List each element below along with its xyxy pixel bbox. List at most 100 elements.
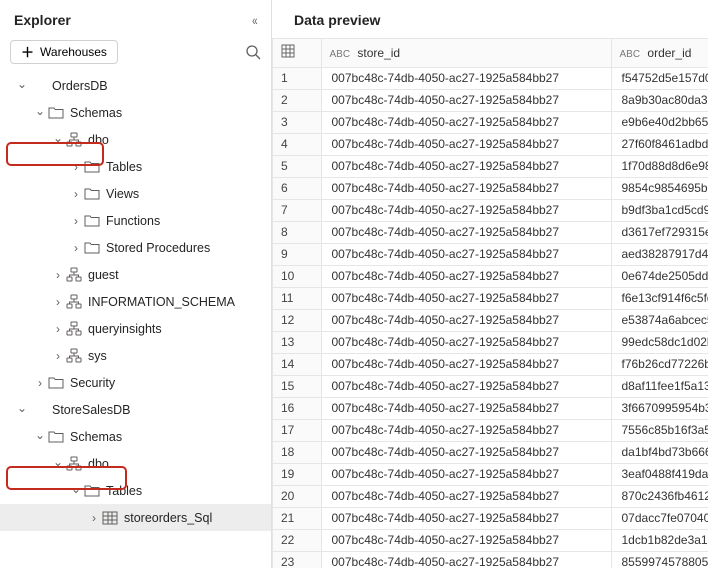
row-number-cell[interactable]: 13 [273,331,321,353]
chevron-right-icon[interactable] [34,376,46,390]
collapse-panel-icon[interactable]: « [252,12,257,28]
chevron-right-icon[interactable] [70,214,82,228]
table-row[interactable]: 21007bc48c-74db-4050-ac27-1925a584bb2707… [273,507,708,529]
cell-order-id[interactable]: e9b6e40d2bb6586f [611,111,708,133]
row-number-cell[interactable]: 6 [273,177,321,199]
cell-store-id[interactable]: 007bc48c-74db-4050-ac27-1925a584bb27 [321,507,611,529]
chevron-down-icon[interactable] [52,133,64,147]
table-row[interactable]: 2007bc48c-74db-4050-ac27-1925a584bb278a9… [273,89,708,111]
row-number-cell[interactable]: 21 [273,507,321,529]
cell-store-id[interactable]: 007bc48c-74db-4050-ac27-1925a584bb27 [321,485,611,507]
tree-node-ordersdb-dbo-sprocs[interactable]: Stored Procedures [0,234,271,261]
table-row[interactable]: 1007bc48c-74db-4050-ac27-1925a584bb27f54… [273,67,708,89]
search-icon[interactable] [245,44,261,60]
tree-node-ordersdb-guest[interactable]: guest [0,261,271,288]
cell-order-id[interactable]: f76b26cd77226ba5 [611,353,708,375]
cell-store-id[interactable]: 007bc48c-74db-4050-ac27-1925a584bb27 [321,133,611,155]
table-row[interactable]: 15007bc48c-74db-4050-ac27-1925a584bb27d8… [273,375,708,397]
cell-store-id[interactable]: 007bc48c-74db-4050-ac27-1925a584bb27 [321,221,611,243]
cell-order-id[interactable]: 3eaf0488f419dab6 [611,463,708,485]
table-row[interactable]: 11007bc48c-74db-4050-ac27-1925a584bb27f6… [273,287,708,309]
row-number-cell[interactable]: 7 [273,199,321,221]
tree-node-ordersdb-sys[interactable]: sys [0,342,271,369]
tree-node-storesalesdb-storeorders[interactable]: storeorders_Sql [0,504,271,531]
cell-store-id[interactable]: 007bc48c-74db-4050-ac27-1925a584bb27 [321,177,611,199]
row-number-cell[interactable]: 3 [273,111,321,133]
cell-order-id[interactable]: aed38287917d46c0 [611,243,708,265]
tree-node-ordersdb-queryinsights[interactable]: queryinsights [0,315,271,342]
table-row[interactable]: 23007bc48c-74db-4050-ac27-1925a584bb2785… [273,551,708,568]
table-row[interactable]: 7007bc48c-74db-4050-ac27-1925a584bb27b9d… [273,199,708,221]
table-row[interactable]: 20007bc48c-74db-4050-ac27-1925a584bb2787… [273,485,708,507]
tree-node-ordersdb-dbo-tables[interactable]: Tables [0,153,271,180]
table-row[interactable]: 18007bc48c-74db-4050-ac27-1925a584bb27da… [273,441,708,463]
table-row[interactable]: 16007bc48c-74db-4050-ac27-1925a584bb273f… [273,397,708,419]
chevron-right-icon[interactable] [70,160,82,174]
row-number-cell[interactable]: 10 [273,265,321,287]
tree-node-ordersdb-security[interactable]: Security [0,369,271,396]
chevron-down-icon[interactable] [16,79,28,93]
tree-node-ordersdb-infoschema[interactable]: INFORMATION_SCHEMA [0,288,271,315]
chevron-right-icon[interactable] [88,511,100,525]
column-header-store-id[interactable]: ABC store_id [321,39,611,67]
row-number-cell[interactable]: 9 [273,243,321,265]
row-number-cell[interactable]: 22 [273,529,321,551]
column-header-order-id[interactable]: ABC order_id [611,39,708,67]
table-row[interactable]: 4007bc48c-74db-4050-ac27-1925a584bb2727f… [273,133,708,155]
row-number-cell[interactable]: 11 [273,287,321,309]
table-row[interactable]: 22007bc48c-74db-4050-ac27-1925a584bb271d… [273,529,708,551]
cell-order-id[interactable]: 99edc58dc1d02b1f [611,331,708,353]
row-number-cell[interactable]: 15 [273,375,321,397]
tree-node-ordersdb-dbo-functions[interactable]: Functions [0,207,271,234]
tree-node-ordersdb-schemas[interactable]: Schemas [0,99,271,126]
cell-order-id[interactable]: 1f70d88d8d6e9880 [611,155,708,177]
table-row[interactable]: 13007bc48c-74db-4050-ac27-1925a584bb2799… [273,331,708,353]
tree-node-storesalesdb-schemas[interactable]: Schemas [0,423,271,450]
cell-order-id[interactable]: 7556c85b16f3a5e8 [611,419,708,441]
cell-store-id[interactable]: 007bc48c-74db-4050-ac27-1925a584bb27 [321,111,611,133]
cell-order-id[interactable]: 9854c9854695b185 [611,177,708,199]
tree-node-ordersdb[interactable]: OrdersDB [0,72,271,99]
table-row[interactable]: 12007bc48c-74db-4050-ac27-1925a584bb27e5… [273,309,708,331]
cell-order-id[interactable]: f54752d5e157d03f6 [611,67,708,89]
cell-store-id[interactable]: 007bc48c-74db-4050-ac27-1925a584bb27 [321,199,611,221]
cell-store-id[interactable]: 007bc48c-74db-4050-ac27-1925a584bb27 [321,375,611,397]
chevron-right-icon[interactable] [70,241,82,255]
corner-cell[interactable] [273,39,321,67]
row-number-cell[interactable]: 5 [273,155,321,177]
cell-order-id[interactable]: 0e674de2505ddeb6 [611,265,708,287]
row-number-cell[interactable]: 23 [273,551,321,568]
cell-order-id[interactable]: 3f6670995954b34c [611,397,708,419]
cell-store-id[interactable]: 007bc48c-74db-4050-ac27-1925a584bb27 [321,243,611,265]
tree-node-storesalesdb-dbo[interactable]: dbo [0,450,271,477]
chevron-right-icon[interactable] [70,187,82,201]
chevron-down-icon[interactable] [34,430,46,444]
table-row[interactable]: 10007bc48c-74db-4050-ac27-1925a584bb270e… [273,265,708,287]
cell-order-id[interactable]: b9df3ba1cd5cd93a [611,199,708,221]
explorer-tree[interactable]: OrdersDBSchemasdboTablesViewsFunctionsSt… [0,72,271,560]
add-warehouse-button[interactable]: ＋ Warehouses [10,40,118,64]
chevron-down-icon[interactable] [52,457,64,471]
cell-order-id[interactable]: 27f60f8461adbd6f [611,133,708,155]
row-number-cell[interactable]: 18 [273,441,321,463]
cell-store-id[interactable]: 007bc48c-74db-4050-ac27-1925a584bb27 [321,397,611,419]
row-number-cell[interactable]: 19 [273,463,321,485]
cell-store-id[interactable]: 007bc48c-74db-4050-ac27-1925a584bb27 [321,529,611,551]
cell-store-id[interactable]: 007bc48c-74db-4050-ac27-1925a584bb27 [321,419,611,441]
cell-store-id[interactable]: 007bc48c-74db-4050-ac27-1925a584bb27 [321,287,611,309]
table-row[interactable]: 17007bc48c-74db-4050-ac27-1925a584bb2775… [273,419,708,441]
cell-store-id[interactable]: 007bc48c-74db-4050-ac27-1925a584bb27 [321,463,611,485]
cell-store-id[interactable]: 007bc48c-74db-4050-ac27-1925a584bb27 [321,551,611,568]
cell-store-id[interactable]: 007bc48c-74db-4050-ac27-1925a584bb27 [321,155,611,177]
cell-store-id[interactable]: 007bc48c-74db-4050-ac27-1925a584bb27 [321,331,611,353]
cell-store-id[interactable]: 007bc48c-74db-4050-ac27-1925a584bb27 [321,265,611,287]
tree-node-storesalesdb[interactable]: StoreSalesDB [0,396,271,423]
row-number-cell[interactable]: 2 [273,89,321,111]
cell-order-id[interactable]: 1dcb1b82de3a13d2 [611,529,708,551]
cell-order-id[interactable]: da1bf4bd73b666e0 [611,441,708,463]
row-number-cell[interactable]: 8 [273,221,321,243]
table-row[interactable]: 8007bc48c-74db-4050-ac27-1925a584bb27d36… [273,221,708,243]
cell-store-id[interactable]: 007bc48c-74db-4050-ac27-1925a584bb27 [321,309,611,331]
table-row[interactable]: 19007bc48c-74db-4050-ac27-1925a584bb273e… [273,463,708,485]
row-number-cell[interactable]: 20 [273,485,321,507]
